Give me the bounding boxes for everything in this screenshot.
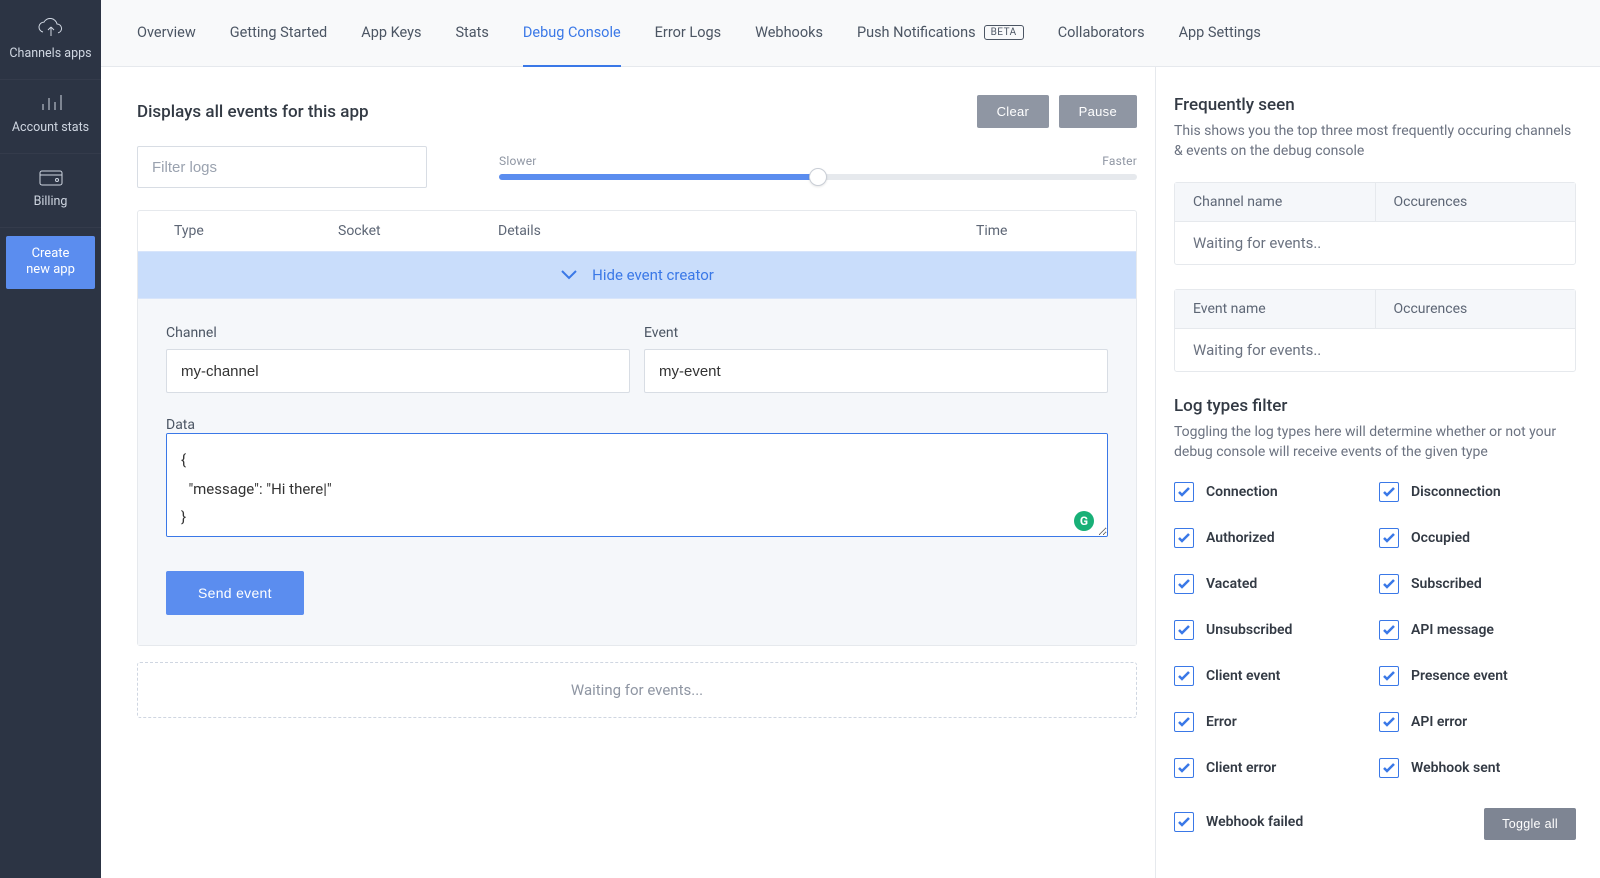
event-label: Event bbox=[644, 325, 1108, 341]
sidebar-item-account-stats[interactable]: Account stats bbox=[0, 80, 101, 154]
channel-table-row: Waiting for events.. bbox=[1175, 222, 1575, 264]
sidebar-item-label: Channels apps bbox=[9, 46, 91, 61]
log-type-filters: Connection Disconnection Authorized Occu… bbox=[1174, 482, 1576, 840]
send-event-button[interactable]: Send event bbox=[166, 571, 304, 615]
slider-label-slower: Slower bbox=[499, 154, 537, 168]
filter-unsubscribed[interactable]: Unsubscribed bbox=[1174, 620, 1371, 640]
sidebar-item-channels-apps[interactable]: Channels apps bbox=[0, 4, 101, 80]
event-occurrences-table: Event name Occurences Waiting for events… bbox=[1174, 289, 1576, 372]
event-name-header: Event name bbox=[1175, 290, 1376, 328]
checkbox[interactable] bbox=[1174, 528, 1194, 548]
tab-bar: Overview Getting Started App Keys Stats … bbox=[101, 0, 1600, 67]
filter-api-message[interactable]: API message bbox=[1379, 620, 1576, 640]
column-details: Details bbox=[498, 223, 976, 239]
column-time: Time bbox=[976, 223, 1136, 239]
checkbox[interactable] bbox=[1379, 666, 1399, 686]
filter-vacated[interactable]: Vacated bbox=[1174, 574, 1371, 594]
checkbox[interactable] bbox=[1174, 812, 1194, 832]
event-creator-form: Channel Event Data bbox=[138, 299, 1136, 645]
sidebar-item-label: Billing bbox=[34, 194, 68, 209]
tab-error-logs[interactable]: Error Logs bbox=[655, 0, 721, 67]
page-title: Displays all events for this app bbox=[137, 102, 369, 122]
checkbox[interactable] bbox=[1174, 620, 1194, 640]
data-label: Data bbox=[166, 417, 195, 433]
channel-input[interactable] bbox=[166, 349, 630, 393]
checkbox[interactable] bbox=[1379, 482, 1399, 502]
tab-overview[interactable]: Overview bbox=[137, 0, 196, 67]
chevron-down-icon bbox=[560, 269, 578, 281]
hide-event-creator-toggle[interactable]: Hide event creator bbox=[138, 251, 1136, 299]
wallet-icon bbox=[39, 168, 63, 186]
log-table-header: Type Socket Details Time bbox=[138, 211, 1136, 251]
filter-logs-input[interactable] bbox=[137, 146, 427, 188]
event-input[interactable] bbox=[644, 349, 1108, 393]
create-new-app-button[interactable]: Create new app bbox=[6, 236, 95, 289]
log-table: Type Socket Details Time Hide event crea… bbox=[137, 210, 1137, 646]
cloud-upload-icon bbox=[37, 18, 65, 38]
tab-app-settings[interactable]: App Settings bbox=[1179, 0, 1261, 67]
filter-authorized[interactable]: Authorized bbox=[1174, 528, 1371, 548]
bar-chart-icon bbox=[40, 94, 62, 112]
sidebar-item-billing[interactable]: Billing bbox=[0, 154, 101, 228]
channel-occurrences-table: Channel name Occurences Waiting for even… bbox=[1174, 182, 1576, 265]
tab-webhooks[interactable]: Webhooks bbox=[755, 0, 823, 67]
filter-disconnection[interactable]: Disconnection bbox=[1379, 482, 1576, 502]
tab-stats[interactable]: Stats bbox=[455, 0, 488, 67]
main-area: Overview Getting Started App Keys Stats … bbox=[101, 0, 1600, 878]
slider-label-faster: Faster bbox=[1102, 154, 1137, 168]
beta-badge: BETA bbox=[984, 25, 1024, 40]
filter-occupied[interactable]: Occupied bbox=[1379, 528, 1576, 548]
frequently-seen-desc: This shows you the top three most freque… bbox=[1174, 121, 1576, 162]
slider-thumb[interactable] bbox=[809, 168, 827, 186]
checkbox[interactable] bbox=[1379, 620, 1399, 640]
tab-app-keys[interactable]: App Keys bbox=[361, 0, 421, 67]
checkbox[interactable] bbox=[1174, 666, 1194, 686]
right-panel: Frequently seen This shows you the top t… bbox=[1155, 67, 1600, 878]
checkbox[interactable] bbox=[1174, 712, 1194, 732]
tab-collaborators[interactable]: Collaborators bbox=[1058, 0, 1145, 67]
debug-console-panel: Displays all events for this app Clear P… bbox=[101, 67, 1155, 878]
data-textarea[interactable] bbox=[166, 433, 1108, 537]
filter-client-event[interactable]: Client event bbox=[1174, 666, 1371, 686]
checkbox[interactable] bbox=[1379, 528, 1399, 548]
filter-connection[interactable]: Connection bbox=[1174, 482, 1371, 502]
checkbox[interactable] bbox=[1379, 712, 1399, 732]
frequently-seen-title: Frequently seen bbox=[1174, 95, 1576, 115]
filter-subscribed[interactable]: Subscribed bbox=[1379, 574, 1576, 594]
checkbox[interactable] bbox=[1174, 574, 1194, 594]
filter-presence-event[interactable]: Presence event bbox=[1379, 666, 1576, 686]
column-type: Type bbox=[138, 223, 338, 239]
tab-push-notifications[interactable]: Push Notifications BETA bbox=[857, 0, 1024, 67]
event-table-row: Waiting for events.. bbox=[1175, 329, 1575, 371]
speed-slider[interactable]: Slower Faster bbox=[499, 154, 1137, 180]
filter-error[interactable]: Error bbox=[1174, 712, 1371, 732]
sidebar: Channels apps Account stats Billing Crea… bbox=[0, 0, 101, 878]
grammarly-icon bbox=[1074, 511, 1094, 531]
event-occurrences-header: Occurences bbox=[1376, 290, 1576, 328]
pause-button[interactable]: Pause bbox=[1059, 95, 1137, 128]
log-types-filter-desc: Toggling the log types here will determi… bbox=[1174, 422, 1576, 463]
log-types-filter-title: Log types filter bbox=[1174, 396, 1576, 416]
checkbox[interactable] bbox=[1379, 758, 1399, 778]
toggle-all-button[interactable]: Toggle all bbox=[1484, 808, 1576, 840]
channel-label: Channel bbox=[166, 325, 630, 341]
clear-button[interactable]: Clear bbox=[977, 95, 1050, 128]
waiting-for-events: Waiting for events... bbox=[137, 662, 1137, 718]
checkbox[interactable] bbox=[1174, 482, 1194, 502]
channel-name-header: Channel name bbox=[1175, 183, 1376, 221]
sidebar-item-label: Account stats bbox=[12, 120, 89, 135]
tab-debug-console[interactable]: Debug Console bbox=[523, 0, 621, 67]
column-socket: Socket bbox=[338, 223, 498, 239]
checkbox[interactable] bbox=[1174, 758, 1194, 778]
filter-api-error[interactable]: API error bbox=[1379, 712, 1576, 732]
filter-client-error[interactable]: Client error bbox=[1174, 758, 1371, 778]
filter-webhook-failed[interactable]: Webhook failed bbox=[1174, 804, 1371, 840]
filter-webhook-sent[interactable]: Webhook sent bbox=[1379, 758, 1576, 778]
channel-occurrences-header: Occurences bbox=[1376, 183, 1576, 221]
tab-getting-started[interactable]: Getting Started bbox=[230, 0, 327, 67]
checkbox[interactable] bbox=[1379, 574, 1399, 594]
